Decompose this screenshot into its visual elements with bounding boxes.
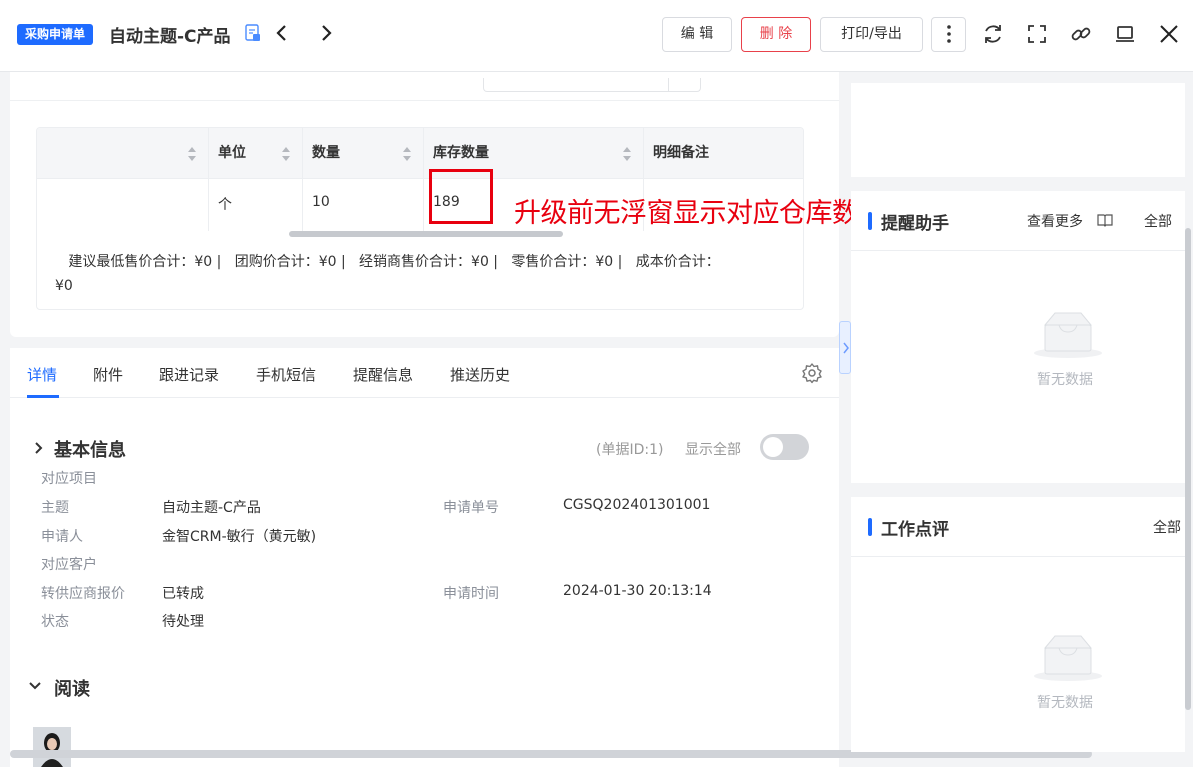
field-label-project: 对应项目 <box>41 471 97 487</box>
all-link[interactable]: 全部 <box>1144 211 1172 231</box>
fullscreen-icon[interactable] <box>1025 22 1049 46</box>
tab-details[interactable]: 详情 <box>27 364 57 385</box>
chevron-right-icon[interactable] <box>31 441 45 455</box>
field-label-status: 状态 <box>41 614 69 630</box>
delete-button[interactable]: 删 除 <box>741 17 811 52</box>
chevron-left-icon[interactable] <box>272 22 292 44</box>
summary-dealer-price: 经销商售价合计：¥0 | <box>359 254 499 270</box>
refresh-icon[interactable] <box>981 22 1005 46</box>
sort-icon[interactable] <box>402 146 412 162</box>
column-header-note[interactable]: 明细备注 <box>653 128 709 179</box>
field-label-applicant: 申请人 <box>41 529 83 545</box>
section-title-basic-info: 基本信息 <box>54 440 126 461</box>
field-value-quote: 已转成 <box>162 586 204 602</box>
work-review-panel: 工作点评 全部 暂无数据 <box>851 497 1185 752</box>
field-value-applicant: 金智CRM-敏行（黄元敏) <box>162 529 317 545</box>
all-link[interactable]: 全部 <box>1153 517 1181 537</box>
chevron-down-icon[interactable] <box>28 679 42 693</box>
view-more-link[interactable]: 查看更多 <box>1027 211 1083 231</box>
gear-icon[interactable] <box>801 362 823 384</box>
field-label-subject: 主题 <box>41 500 69 516</box>
field-value-subject: 自动主题-C产品 <box>162 500 261 516</box>
tab-push-history[interactable]: 推送历史 <box>450 364 510 385</box>
section-title-read: 阅读 <box>54 679 90 700</box>
detail-card: 详情 附件 跟进记录 手机短信 提醒信息 推送历史 基本信息 (单据ID:1) … <box>10 348 839 767</box>
summary-group-price: 团购价合计：¥0 | <box>234 254 346 270</box>
empty-inbox-icon <box>1034 635 1102 681</box>
edit-button[interactable]: 编 辑 <box>662 17 732 52</box>
field-value-number: CGSQ202401301001 <box>563 497 711 513</box>
reminder-title: 提醒助手 <box>881 214 949 234</box>
detail-tabs: 详情 附件 跟进记录 手机短信 提醒信息 推送历史 <box>10 348 839 398</box>
column-header-quantity[interactable]: 数量 <box>312 128 340 179</box>
field-label-customer: 对应客户 <box>41 557 97 573</box>
sidebar-collapse-handle[interactable] <box>839 321 851 374</box>
annotation-text: 升级前无浮窗显示对应仓库数量 <box>514 198 886 229</box>
sort-icon[interactable] <box>187 146 197 162</box>
sort-icon[interactable] <box>281 146 291 162</box>
tab-sms[interactable]: 手机短信 <box>256 364 316 385</box>
page-title: 自动主题-C产品 <box>109 27 231 47</box>
top-bar: 采购申请单 自动主题-C产品 编 辑 删 除 打印/导出 <box>0 0 1193 72</box>
annotation-highlight-box <box>429 169 493 224</box>
field-value-time: 2024-01-30 20:13:14 <box>563 583 712 599</box>
summary-cost-price: 成本价合计： <box>635 254 720 270</box>
tab-reminders[interactable]: 提醒信息 <box>353 364 413 385</box>
more-vertical-icon <box>946 25 951 43</box>
cell-quantity: 10 <box>312 194 330 210</box>
cell-unit: 个 <box>218 197 232 213</box>
field-value-status: 待处理 <box>162 614 204 630</box>
summary-retail-price: 零售价合计：¥0 | <box>511 254 623 270</box>
doc-icon[interactable] <box>245 24 261 42</box>
laptop-icon[interactable] <box>1113 22 1137 46</box>
table-horizontal-scrollbar[interactable] <box>289 231 563 237</box>
empty-text: 暂无数据 <box>1037 372 1093 388</box>
avatar[interactable] <box>33 727 71 767</box>
doc-id: (单据ID:1) <box>596 442 664 458</box>
field-label-number: 申请单号 <box>443 500 499 516</box>
reminder-assistant-panel: 提醒助手 查看更多 全部 暂无数据 <box>851 191 1185 483</box>
more-button[interactable] <box>931 17 966 52</box>
field-label-quote: 转供应商报价 <box>41 586 125 602</box>
column-header-unit[interactable]: 单位 <box>218 128 246 179</box>
book-icon[interactable] <box>1097 212 1113 228</box>
doc-type-badge: 采购申请单 <box>17 24 94 45</box>
tab-follow-up[interactable]: 跟进记录 <box>159 364 219 385</box>
close-icon[interactable] <box>1157 22 1181 46</box>
sort-icon[interactable] <box>622 146 632 162</box>
link-icon[interactable] <box>1069 22 1093 46</box>
show-all-toggle[interactable] <box>760 434 809 460</box>
price-summary: 建议最低售价合计：¥0 | 团购价合计：¥0 | 经销商售价合计：¥0 | 零售… <box>55 250 785 298</box>
field-label-time: 申请时间 <box>443 586 499 602</box>
chevron-right-icon[interactable] <box>316 22 336 44</box>
summary-cost-value: ¥0 <box>55 278 73 294</box>
tab-attachments[interactable]: 附件 <box>93 364 123 385</box>
user-avatar-icon <box>33 727 71 767</box>
empty-text: 暂无数据 <box>1037 695 1093 711</box>
show-all-label: 显示全部 <box>685 442 741 458</box>
active-tab-indicator <box>27 395 59 398</box>
work-review-title: 工作点评 <box>881 520 949 540</box>
sidebar-vertical-scrollbar[interactable] <box>1185 228 1191 710</box>
sidebar-top-card <box>851 83 1185 177</box>
empty-inbox-icon <box>1034 312 1102 358</box>
print-export-button[interactable]: 打印/导出 <box>820 17 923 52</box>
summary-min-price: 建议最低售价合计：¥0 | <box>68 254 222 270</box>
chevron-right-icon <box>843 342 849 354</box>
